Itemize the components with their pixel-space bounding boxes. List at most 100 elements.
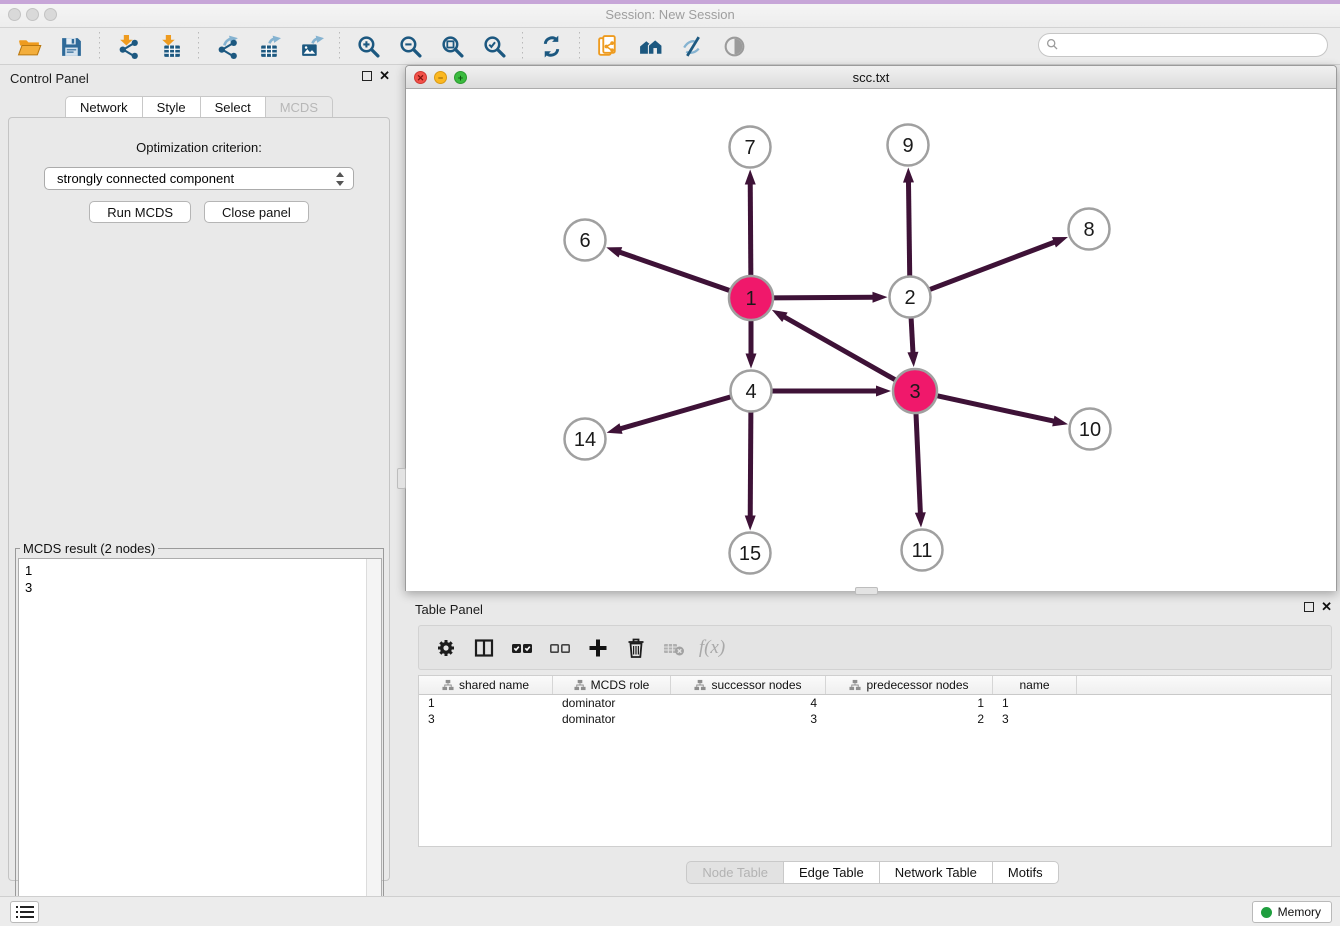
- vertical-splitter-handle[interactable]: [397, 468, 406, 489]
- graph-node-4[interactable]: 4: [731, 371, 772, 412]
- graph-node-10[interactable]: 10: [1070, 409, 1111, 450]
- graph-node-11[interactable]: 11: [902, 530, 943, 571]
- graph-edge-4-14[interactable]: [607, 396, 734, 434]
- zoom-fit-button[interactable]: [435, 31, 469, 61]
- svg-text:1: 1: [745, 288, 756, 310]
- memory-button[interactable]: Memory: [1252, 901, 1332, 923]
- tab-motifs[interactable]: Motifs: [992, 861, 1059, 884]
- table-cell[interactable]: 3: [419, 711, 553, 727]
- split-columns-button[interactable]: [469, 633, 499, 663]
- mcds-result-text[interactable]: 1 3: [18, 558, 382, 922]
- column-header-name[interactable]: name: [993, 676, 1077, 694]
- graph-node-2[interactable]: 2: [890, 277, 931, 318]
- table-cell[interactable]: 3: [671, 711, 826, 727]
- graph-edge-4-3[interactable]: [770, 386, 892, 397]
- graph-edge-1-7[interactable]: [745, 169, 756, 278]
- graph-node-14[interactable]: 14: [565, 419, 606, 460]
- gear-button[interactable]: [431, 633, 461, 663]
- table-cell[interactable]: 3: [993, 711, 1077, 727]
- close-table-panel-icon[interactable]: ✕: [1321, 602, 1332, 612]
- table-cell[interactable]: 2: [826, 711, 993, 727]
- tab-style[interactable]: Style: [142, 96, 200, 118]
- tab-mcds[interactable]: MCDS: [265, 96, 333, 118]
- tab-node-table[interactable]: Node Table: [686, 861, 783, 884]
- status-bar: Memory: [0, 896, 1340, 926]
- tab-select[interactable]: Select: [200, 96, 265, 118]
- graph-edge-3-1[interactable]: [772, 310, 898, 381]
- close-panel-button[interactable]: Close panel: [204, 201, 309, 223]
- table-cell[interactable]: 4: [671, 695, 826, 711]
- close-panel-icon[interactable]: ✕: [379, 71, 390, 81]
- search-input[interactable]: [1038, 33, 1328, 57]
- graph-node-9[interactable]: 9: [888, 125, 929, 166]
- criterion-value: strongly connected component: [57, 171, 234, 186]
- add-icon: [586, 636, 610, 660]
- table-cell[interactable]: 1: [419, 695, 553, 711]
- eye-slash-button[interactable]: [675, 31, 709, 61]
- zoom-in-button[interactable]: [351, 31, 385, 61]
- graph-node-3[interactable]: 3: [893, 369, 937, 413]
- mcds-result-group: MCDS result (2 nodes) 1 3: [15, 548, 384, 925]
- column-header-predecessor-nodes[interactable]: predecessor nodes: [826, 676, 993, 694]
- tab-edge-table[interactable]: Edge Table: [783, 861, 879, 884]
- add-button[interactable]: [583, 633, 613, 663]
- zoom-in-icon: [356, 34, 381, 59]
- criterion-dropdown[interactable]: strongly connected component: [44, 167, 354, 190]
- task-history-button[interactable]: [10, 901, 39, 923]
- graph-node-15[interactable]: 15: [730, 533, 771, 574]
- documents-share-button[interactable]: [591, 31, 625, 61]
- table-cell[interactable]: dominator: [553, 711, 671, 727]
- graph-edge-4-15[interactable]: [745, 409, 756, 530]
- refresh-button[interactable]: [534, 31, 568, 61]
- zoom-out-icon: [398, 34, 423, 59]
- graph-edge-1-4[interactable]: [746, 318, 757, 369]
- import-table-button[interactable]: [153, 31, 187, 61]
- trash-button[interactable]: [621, 633, 651, 663]
- export-table-button[interactable]: [252, 31, 286, 61]
- svg-text:10: 10: [1079, 419, 1101, 441]
- select-all-button[interactable]: [507, 633, 537, 663]
- save-session-button[interactable]: [54, 31, 88, 61]
- graph-edge-1-2[interactable]: [771, 292, 888, 303]
- network-window-titlebar[interactable]: ✕ − + scc.txt: [406, 66, 1336, 89]
- list-icon: [16, 905, 34, 919]
- graph-edge-2-3[interactable]: [907, 315, 918, 367]
- homes-button[interactable]: [633, 31, 667, 61]
- column-header-successor-nodes[interactable]: successor nodes: [671, 676, 826, 694]
- result-scrollbar[interactable]: [366, 559, 381, 921]
- import-network-button[interactable]: [111, 31, 145, 61]
- graph-edge-1-6[interactable]: [606, 247, 732, 291]
- table-cell[interactable]: dominator: [553, 695, 671, 711]
- graph-node-1[interactable]: 1: [729, 276, 773, 320]
- graph-edge-3-10[interactable]: [935, 395, 1068, 426]
- zoom-out-button[interactable]: [393, 31, 427, 61]
- zoom-selected-button[interactable]: [477, 31, 511, 61]
- column-header-shared-name[interactable]: shared name: [419, 676, 553, 694]
- column-label: shared name: [459, 678, 529, 692]
- network-canvas[interactable]: 1 2 3 4 6 7 8 9 10 11 14 15: [406, 89, 1336, 591]
- table-cell[interactable]: 1: [993, 695, 1077, 711]
- table-cell[interactable]: 1: [826, 695, 993, 711]
- eye-slash-icon: [680, 34, 705, 59]
- graph-edge-2-8[interactable]: [927, 237, 1068, 290]
- export-image-button[interactable]: [294, 31, 328, 61]
- eye-button[interactable]: [717, 31, 751, 61]
- graph-node-6[interactable]: 6: [565, 220, 606, 261]
- graph-edge-2-9[interactable]: [903, 167, 914, 278]
- float-panel-icon[interactable]: [362, 71, 372, 81]
- table-row[interactable]: 3dominator323: [419, 711, 1331, 727]
- run-mcds-button[interactable]: Run MCDS: [89, 201, 191, 223]
- table-row[interactable]: 1dominator411: [419, 695, 1331, 711]
- graph-node-7[interactable]: 7: [730, 127, 771, 168]
- graph-edge-3-11[interactable]: [915, 411, 926, 528]
- float-table-panel-icon[interactable]: [1304, 602, 1314, 612]
- export-network-button[interactable]: [210, 31, 244, 61]
- tab-network[interactable]: Network: [65, 96, 142, 118]
- column-header-MCDS-role[interactable]: MCDS role: [553, 676, 671, 694]
- graph-node-8[interactable]: 8: [1069, 209, 1110, 250]
- horizontal-splitter-handle[interactable]: [855, 587, 878, 595]
- deselect-all-button[interactable]: [545, 633, 575, 663]
- optimization-label: Optimization criterion:: [9, 140, 389, 155]
- tab-network-table[interactable]: Network Table: [879, 861, 992, 884]
- open-session-button[interactable]: [12, 31, 46, 61]
